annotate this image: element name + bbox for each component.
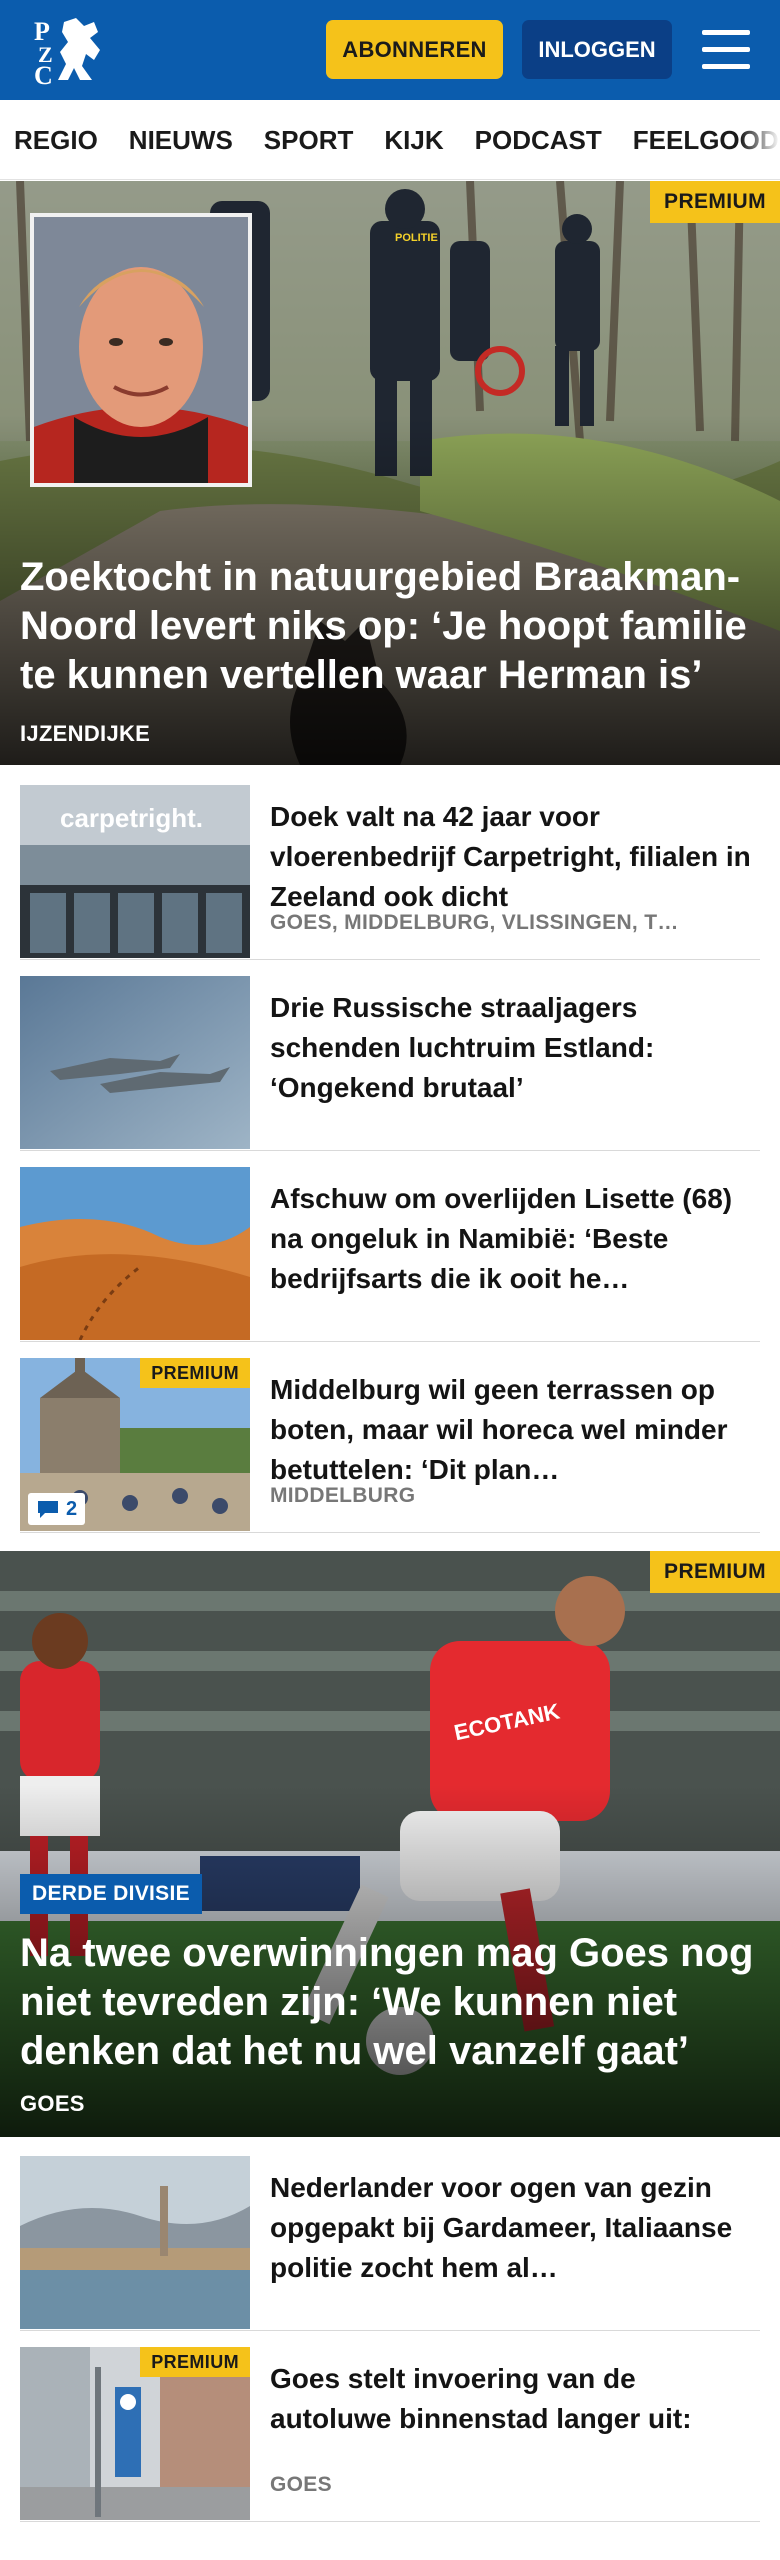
- inset-portrait-photo: [30, 213, 252, 487]
- list-item[interactable]: Nederlander voor ogen van gezin opgepakt…: [20, 2156, 760, 2331]
- article-thumbnail: PREMIUM: [20, 2347, 250, 2520]
- hero-article-football[interactable]: ECOTANK PREMIUM DERDE DIVISIE Na twee ov…: [0, 1551, 780, 2137]
- article-title[interactable]: Doek valt na 42 jaar voor vloerenbedrijf…: [270, 797, 760, 917]
- section-tag[interactable]: DERDE DIVISIE: [20, 1874, 202, 1914]
- list-item[interactable]: PREMIUM 2 Middelburg wil geen terrassen …: [20, 1358, 760, 1533]
- article-title[interactable]: Goes stelt invoering van de autoluwe bin…: [270, 2359, 760, 2441]
- comment-count[interactable]: 2: [28, 1493, 86, 1525]
- premium-badge: PREMIUM: [140, 2347, 250, 2377]
- nav-item-nieuws[interactable]: NIEUWS: [129, 125, 233, 156]
- article-thumbnail: carpetright.: [20, 785, 250, 958]
- nav-item-regio[interactable]: REGIO: [14, 125, 98, 156]
- list-item[interactable]: Afschuw om overlijden Lisette (68) na on…: [20, 1167, 760, 1342]
- list-item[interactable]: PREMIUM Goes stelt invoering van de auto…: [20, 2347, 760, 2522]
- hamburger-menu-icon[interactable]: [696, 26, 756, 74]
- subscribe-button[interactable]: ABONNEREN: [326, 20, 503, 79]
- article-title[interactable]: Middelburg wil geen terrassen op boten, …: [270, 1370, 760, 1490]
- pzc-logo[interactable]: P Z C: [28, 14, 108, 90]
- premium-badge: PREMIUM: [650, 181, 780, 223]
- list-item[interactable]: carpetright. Doek valt na 42 jaar voor v…: [20, 785, 760, 960]
- hero-title[interactable]: Na twee overwinningen mag Goes nog niet …: [20, 1929, 760, 2076]
- article-location: MIDDELBURG: [270, 1484, 416, 1507]
- premium-badge: PREMIUM: [650, 1551, 780, 1593]
- police-vest-text: POLITIE: [395, 232, 438, 244]
- premium-badge: PREMIUM: [140, 1358, 250, 1388]
- article-thumbnail: [20, 1167, 250, 1340]
- carpetright-sign-text: carpetright.: [60, 803, 203, 833]
- hero-location: IJZENDIJKE: [20, 721, 151, 746]
- section-nav: REGIO NIEUWS SPORT KIJK PODCAST FEELGOOD…: [0, 100, 780, 180]
- nav-item-kijk[interactable]: KIJK: [384, 125, 443, 156]
- article-location: GOES, MIDDELBURG, VLISSINGEN, T…: [270, 911, 679, 934]
- comment-count-value: 2: [66, 1497, 78, 1520]
- logo-lion-icon: [58, 18, 100, 80]
- login-button[interactable]: INLOGGEN: [522, 20, 672, 79]
- nav-item-sport[interactable]: SPORT: [264, 125, 354, 156]
- site-header: P Z C ABONNEREN INLOGGEN: [0, 0, 780, 100]
- comment-bubble-icon: [38, 1501, 58, 1518]
- article-title[interactable]: Drie Russische straaljagers schenden luc…: [270, 988, 760, 1108]
- logo-letter-c: C: [34, 61, 53, 86]
- hero-article-search[interactable]: POLITIE PREMIUM Zoektocht in natuurgebie…: [0, 181, 780, 765]
- article-title[interactable]: Afschuw om overlijden Lisette (68) na on…: [270, 1179, 760, 1299]
- article-location: GOES: [270, 2473, 332, 2496]
- nav-item-podcast[interactable]: PODCAST: [475, 125, 602, 156]
- article-thumbnail: [20, 2156, 250, 2329]
- hero-location: GOES: [20, 2091, 85, 2116]
- article-thumbnail: [20, 976, 250, 1149]
- list-item[interactable]: Drie Russische straaljagers schenden luc…: [20, 976, 760, 1151]
- article-thumbnail: PREMIUM 2: [20, 1358, 250, 1531]
- hero-title[interactable]: Zoektocht in natuurgebied Braakman-Noord…: [20, 553, 760, 700]
- article-title[interactable]: Nederlander voor ogen van gezin opgepakt…: [270, 2168, 760, 2288]
